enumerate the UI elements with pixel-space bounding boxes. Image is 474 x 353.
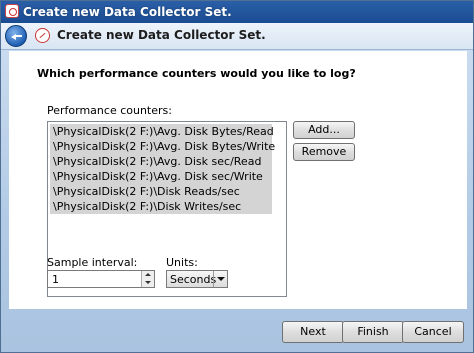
next-button[interactable]: Next xyxy=(282,321,344,343)
data-collector-icon xyxy=(35,28,50,43)
wizard-window: Create new Data Collector Set. Create ne… xyxy=(0,0,474,353)
question-text: Which performance counters would you lik… xyxy=(37,67,356,80)
units-dropdown[interactable]: Seconds xyxy=(166,270,228,288)
remove-button[interactable]: Remove xyxy=(293,143,355,161)
sample-interval-label: Sample interval: xyxy=(47,256,138,269)
sample-interval-value: 1 xyxy=(52,273,59,286)
list-item[interactable]: \PhysicalDisk(2 F:)\Disk Reads/sec xyxy=(50,184,272,199)
wizard-heading: Create new Data Collector Set. xyxy=(57,28,266,42)
app-icon xyxy=(5,4,19,18)
counters-label: Performance counters: xyxy=(47,104,172,117)
add-button[interactable]: Add... xyxy=(293,121,355,139)
list-item[interactable]: \PhysicalDisk(2 F:)\Avg. Disk sec/Read xyxy=(50,154,272,169)
units-label: Units: xyxy=(166,256,198,269)
stepper-down-icon[interactable] xyxy=(145,281,151,284)
chevron-down-icon[interactable] xyxy=(213,271,227,287)
title-bar: Create new Data Collector Set. xyxy=(1,1,473,23)
wizard-content: Which performance counters would you lik… xyxy=(9,51,467,309)
list-item[interactable]: \PhysicalDisk(2 F:)\Disk Writes/sec xyxy=(50,199,272,214)
finish-button[interactable]: Finish xyxy=(342,321,404,343)
list-item[interactable]: \PhysicalDisk(2 F:)\Avg. Disk Bytes/Read xyxy=(50,124,274,139)
cancel-button[interactable]: Cancel xyxy=(402,321,464,343)
stepper-arrows[interactable] xyxy=(141,271,154,287)
list-item[interactable]: \PhysicalDisk(2 F:)\Avg. Disk sec/Write xyxy=(50,169,272,184)
list-item[interactable]: \PhysicalDisk(2 F:)\Avg. Disk Bytes/Writ… xyxy=(50,139,275,154)
wizard-header: Create new Data Collector Set. xyxy=(1,23,473,50)
sample-interval-stepper[interactable]: 1 xyxy=(47,270,155,288)
back-arrow-icon[interactable] xyxy=(5,25,27,47)
window-title: Create new Data Collector Set. xyxy=(23,5,232,19)
stepper-up-icon[interactable] xyxy=(145,273,151,276)
units-value: Seconds xyxy=(170,273,217,286)
